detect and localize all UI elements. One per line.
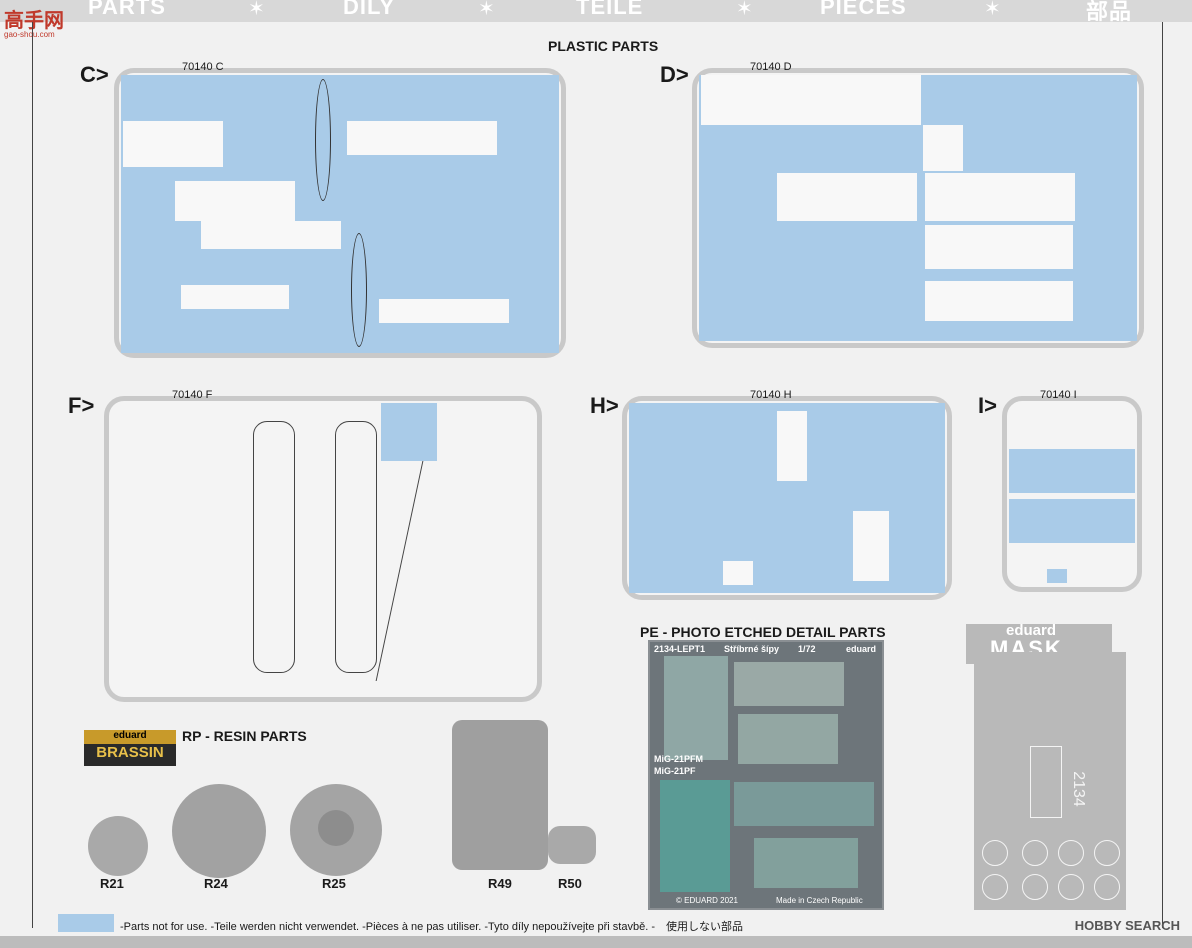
resin-seat-r49: [452, 720, 548, 870]
header-word-parts: PARTS: [88, 0, 166, 19]
sprue-c-used-part: [379, 299, 509, 323]
sprue-f-frame: [104, 396, 554, 702]
pe-variant-a: MiG-21PFM: [654, 754, 704, 764]
fuel-tank-part: [351, 233, 367, 347]
sprue-h-used-part: [777, 411, 807, 481]
sprue-c-used-part: [175, 181, 295, 221]
sprue-f-code: 70140 F: [172, 389, 213, 401]
sprue-h-letter: H>: [590, 393, 619, 418]
sprue-i-unused-part: [1047, 569, 1067, 583]
mask-sheet: 2134: [974, 652, 1126, 910]
fuselage-half-part: [253, 421, 295, 673]
canopy-mask: [1030, 746, 1062, 818]
sprue-d-frame: [692, 68, 1144, 348]
star-icon: ✶: [248, 0, 265, 20]
pe-fret-name: Stříbrné šípy: [724, 644, 780, 654]
mask-number: 2134: [1069, 771, 1087, 807]
header-word-dily: DILY: [343, 0, 396, 19]
sprue-i-letter: I>: [978, 393, 997, 418]
sprue-i-frame: [1002, 396, 1142, 592]
pe-fret-code: 2134-LEPT1: [654, 644, 706, 654]
sprue-d-used-part: [925, 173, 1075, 221]
sprue-d-used-part: [923, 125, 963, 171]
pe-panel: [664, 656, 728, 760]
sprue-d-used-part: [701, 75, 921, 125]
sprue-c-used-part: [181, 285, 289, 309]
pe-title: PE - PHOTO ETCHED DETAIL PARTS: [640, 624, 886, 640]
sprue-c-letter: C>: [80, 62, 109, 87]
header-word-buhin: 部品: [1086, 0, 1133, 24]
sprue-f-unused-part: [381, 403, 437, 461]
wheel-mask: [1094, 874, 1120, 900]
site-logo-sub: gao-shou.com: [4, 30, 55, 39]
watermark: HOBBY SEARCH: [1074, 918, 1180, 933]
pe-panel: [660, 780, 730, 892]
sprue-i-code: 70140 I: [1040, 389, 1077, 401]
pe-copyright: © EDUARD 2021: [676, 896, 738, 905]
sprue-d-used-part: [777, 173, 917, 221]
sprue-h-frame: [622, 396, 952, 600]
sprue-d-letter: D>: [660, 62, 689, 87]
sprue-c-used-part: [347, 121, 497, 155]
resin-label-r49: R49: [488, 876, 512, 891]
pe-variant-b: MiG-21PF: [654, 766, 696, 776]
star-icon: ✶: [478, 0, 495, 20]
sprue-c-code: 70140 C: [182, 61, 224, 73]
resin-wheel-r21: [88, 816, 148, 876]
resin-parts-title: RP - RESIN PARTS: [182, 728, 307, 744]
brassin-logo-top: eduard: [84, 730, 176, 744]
wheel-mask: [1022, 840, 1048, 866]
resin-label-r21: R21: [100, 876, 124, 891]
star-icon: ✶: [736, 0, 753, 20]
header-word-teile: TEILE: [576, 0, 644, 19]
sprue-i-unused-part: [1009, 449, 1135, 493]
star-icon: ✶: [984, 0, 1001, 20]
legend-text: -Parts not for use. -Teile werden nicht …: [120, 921, 743, 933]
sprue-c-used-part: [201, 221, 341, 249]
pe-origin: Made in Czech Republic: [776, 896, 863, 905]
resin-label-r25: R25: [322, 876, 346, 891]
sprue-c-used-part: [123, 121, 223, 167]
header-word-pieces: PIÈCES: [820, 0, 907, 19]
resin-part-r50: [548, 826, 596, 864]
fuel-tank-part: [315, 79, 331, 201]
sprue-h-used-part: [853, 511, 889, 581]
sprue-c-frame: [114, 68, 566, 358]
wheel-mask: [982, 874, 1008, 900]
sprue-h-used-part: [723, 561, 753, 585]
pe-panel: [734, 782, 874, 826]
wheel-mask: [982, 840, 1008, 866]
pe-fret-scale: 1/72: [798, 644, 816, 654]
bottom-rule: [0, 936, 1192, 948]
sprue-h-code: 70140 H: [750, 389, 792, 401]
pe-panel: [738, 714, 838, 764]
legend-swatch: [58, 914, 114, 932]
wheel-mask: [1094, 840, 1120, 866]
sprue-d-code: 70140 D: [750, 61, 792, 73]
pe-panel: [754, 838, 858, 888]
plastic-parts-title: PLASTIC PARTS: [548, 38, 659, 54]
pe-fret: 2134-LEPT1 Stříbrné šípy 1/72 eduard MiG…: [648, 640, 884, 910]
wheel-mask: [1022, 874, 1048, 900]
page-border-right: [1162, 22, 1163, 928]
resin-label-r50: R50: [558, 876, 582, 891]
fuselage-half-part: [335, 421, 377, 673]
wheel-hub: [318, 810, 354, 846]
sprue-f-letter: F>: [68, 393, 95, 418]
sprue-d-used-part: [925, 225, 1073, 269]
sprue-d-used-part: [925, 281, 1073, 321]
wing-part: [375, 461, 554, 681]
resin-label-r24: R24: [204, 876, 228, 891]
resin-wheel-r24: [172, 784, 266, 878]
wheel-mask: [1058, 874, 1084, 900]
pe-panel: [734, 662, 844, 706]
wheel-mask: [1058, 840, 1084, 866]
site-logo: 高手网: [4, 10, 64, 32]
page-border-left: [32, 22, 33, 928]
brassin-logo-bottom: BRASSIN: [84, 744, 176, 766]
sprue-i-unused-part: [1009, 499, 1135, 543]
pe-fret-brand: eduard: [846, 644, 877, 654]
